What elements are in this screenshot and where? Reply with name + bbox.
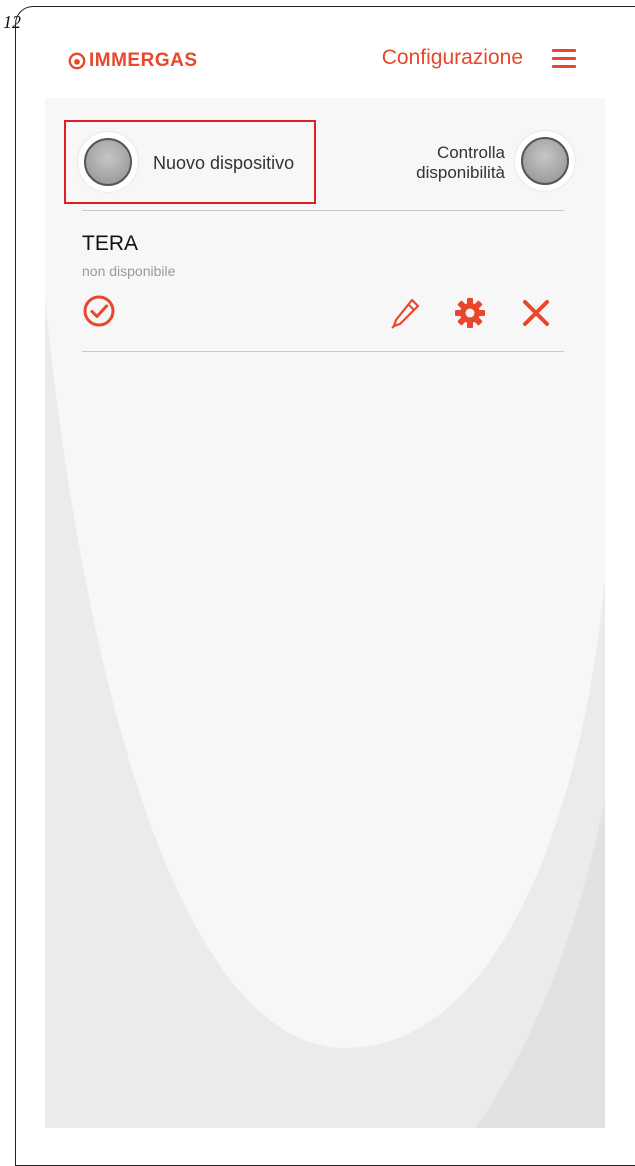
- divider: [82, 210, 564, 211]
- check-availability-label: Controlla disponibilità: [416, 143, 505, 183]
- toolbar: Nuovo dispositivo Controlla disponibilit…: [45, 98, 605, 210]
- device-status: non disponibile: [82, 263, 176, 279]
- page-title: Configurazione: [381, 46, 523, 69]
- check-availability-toggle[interactable]: [515, 131, 575, 191]
- gear-icon[interactable]: [453, 296, 487, 330]
- device-name: TERA: [82, 232, 139, 255]
- check-availability-line2: disponibilità: [416, 163, 505, 182]
- highlight-box: [64, 120, 316, 204]
- check-circle-icon[interactable]: [82, 294, 116, 328]
- divider: [82, 351, 564, 352]
- logo-text: IMMERGAS: [89, 50, 198, 71]
- brand-logo: IMMERGAS: [68, 50, 198, 72]
- close-icon[interactable]: [520, 297, 552, 329]
- device-list-panel: Nuovo dispositivo Controlla disponibilit…: [45, 98, 605, 1128]
- immergas-logo-icon: [68, 52, 86, 70]
- check-availability-line1: Controlla: [436, 143, 505, 162]
- check-availability-button[interactable]: Controlla disponibilità: [375, 131, 575, 201]
- pencil-icon[interactable]: [390, 296, 422, 330]
- app-header: IMMERGAS Configurazione: [46, 36, 606, 88]
- hamburger-menu-icon[interactable]: [552, 46, 580, 72]
